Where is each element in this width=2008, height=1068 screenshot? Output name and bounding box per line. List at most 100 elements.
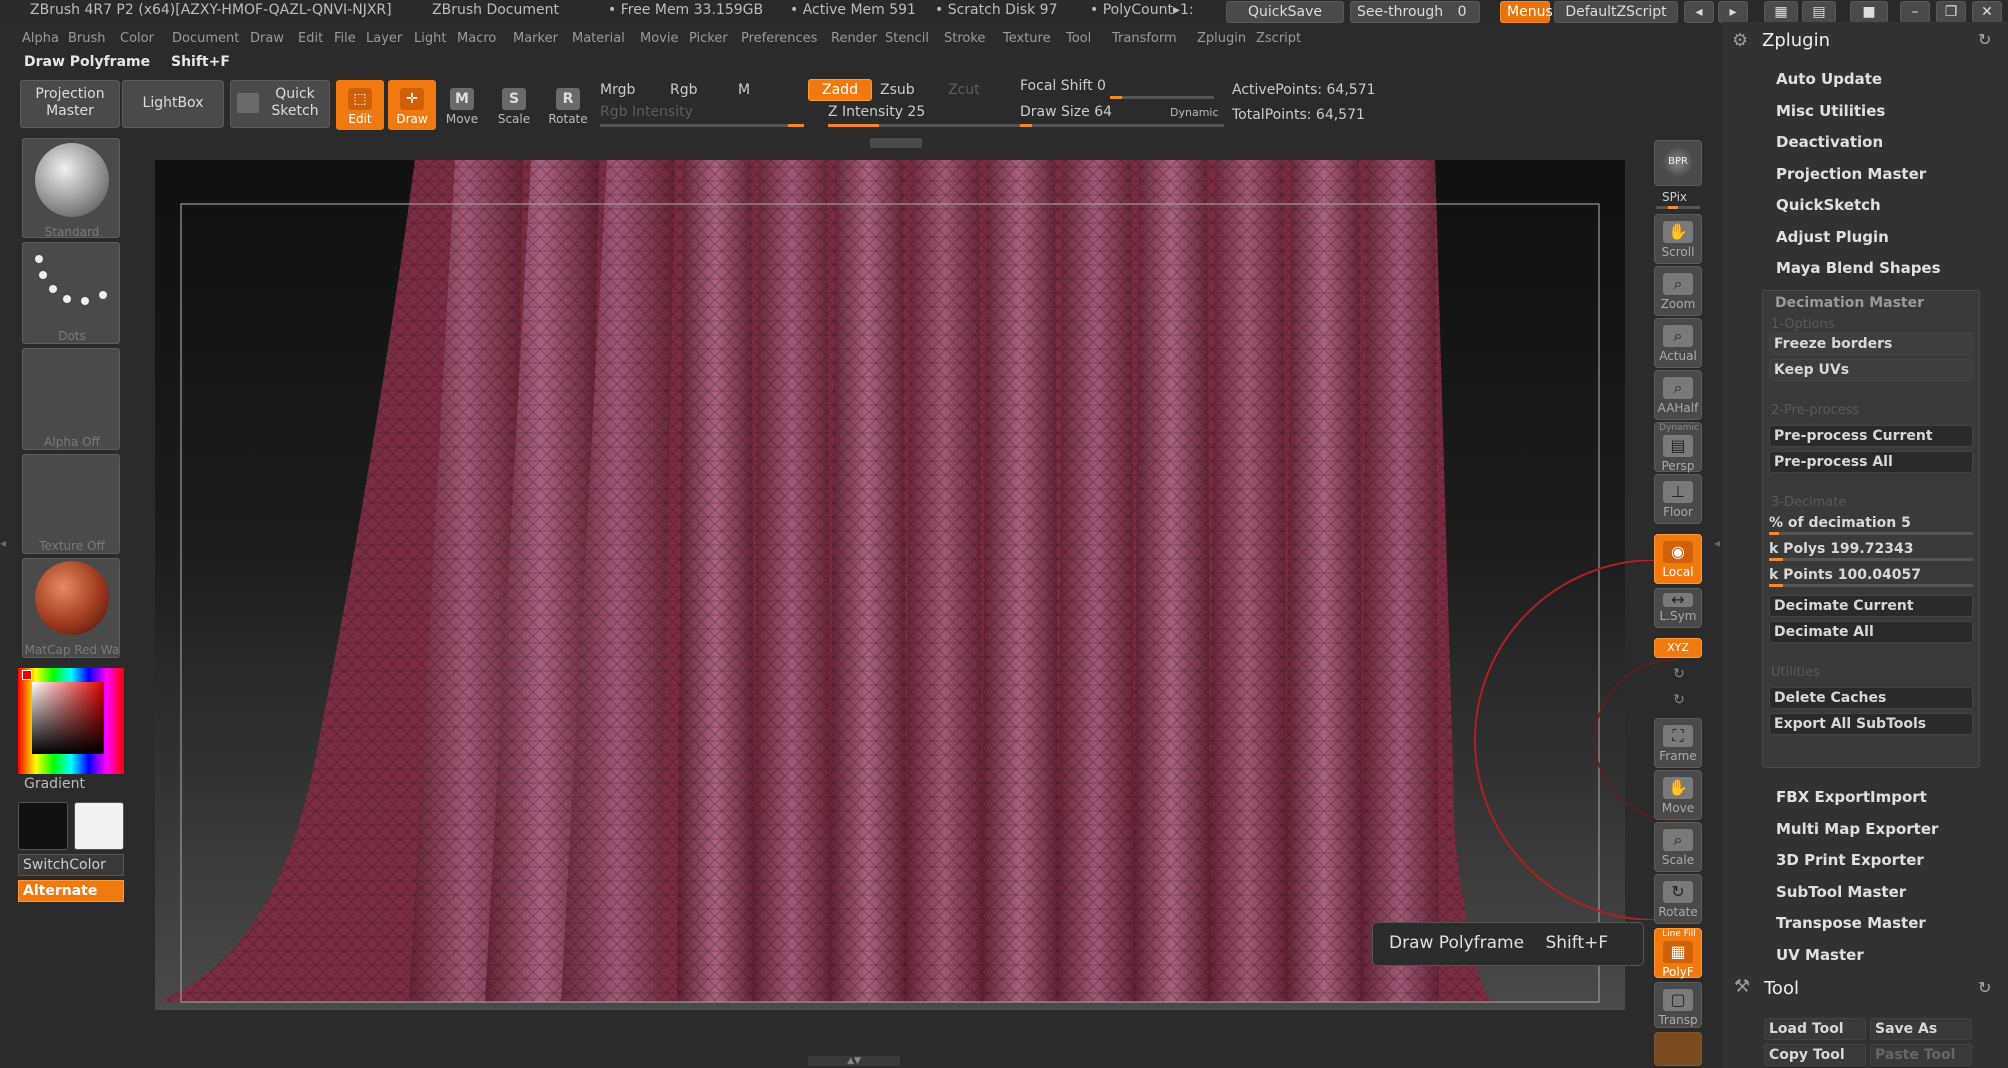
menu-document[interactable]: Document xyxy=(172,31,239,46)
persp-button[interactable]: Dynamic ▤ Persp xyxy=(1654,422,1702,473)
tool-reset-icon[interactable]: ↻ xyxy=(1978,978,1991,997)
draw-size-slider[interactable] xyxy=(1020,124,1224,127)
export-all-subtools-button[interactable]: Export All SubTools xyxy=(1769,713,1973,735)
main-color-swatch[interactable] xyxy=(18,802,68,850)
minimize-icon[interactable]: – xyxy=(1900,1,1930,23)
scroll-button[interactable]: ✋ Scroll xyxy=(1654,214,1702,264)
local-button[interactable]: ◉ Local xyxy=(1654,534,1702,584)
scroll-right-icon[interactable]: ▸ xyxy=(1718,1,1748,23)
xyz-button[interactable]: XYZ xyxy=(1654,638,1702,658)
menu-material[interactable]: Material xyxy=(572,31,625,46)
menu-picker[interactable]: Picker xyxy=(689,31,728,46)
zoom-button[interactable]: ⌕ Zoom xyxy=(1654,266,1702,316)
plugin-quicksketch[interactable]: QuickSketch xyxy=(1776,196,1881,214)
plugin-projection-master[interactable]: Projection Master xyxy=(1776,165,1926,183)
rotate-view-button[interactable]: ↻ Rotate xyxy=(1654,874,1702,924)
preprocess-all-button[interactable]: Pre-process All xyxy=(1769,451,1973,473)
zsub-button[interactable]: Zsub xyxy=(880,82,915,98)
right-collapse-handle[interactable]: ◂ xyxy=(1714,536,1722,556)
color-picker[interactable] xyxy=(18,668,124,774)
rgb-button[interactable]: Rgb xyxy=(670,82,698,98)
ghost-button[interactable] xyxy=(1654,1032,1702,1066)
dynamic-toggle[interactable]: Dynamic xyxy=(1170,106,1219,119)
see-through-slider[interactable]: See-through 0 xyxy=(1350,1,1480,23)
menu-stencil[interactable]: Stencil xyxy=(885,31,929,46)
menu-zplugin[interactable]: Zplugin xyxy=(1197,31,1246,46)
plugin-multi-map-exporter[interactable]: Multi Map Exporter xyxy=(1776,820,1938,838)
k-polys-slider[interactable]: k Polys 199.72343 xyxy=(1769,541,1973,563)
material-picker[interactable]: MatCap Red Wa xyxy=(22,558,120,658)
gradient-toggle[interactable]: Gradient xyxy=(24,776,85,792)
bpr-button[interactable]: BPR xyxy=(1654,140,1702,186)
menu-layer[interactable]: Layer xyxy=(366,31,402,46)
transp-button[interactable]: ▢ Transp xyxy=(1654,982,1702,1028)
pct-decimation-slider[interactable]: % of decimation 5 xyxy=(1769,515,1973,537)
secondary-color-swatch[interactable] xyxy=(74,802,124,850)
plugin-uv-master[interactable]: UV Master xyxy=(1776,946,1864,964)
decimate-all-button[interactable]: Decimate All xyxy=(1769,621,1973,643)
menu-brush[interactable]: Brush xyxy=(68,31,106,46)
lightbox-button[interactable]: LightBox xyxy=(122,80,224,128)
menu-stroke[interactable]: Stroke xyxy=(944,31,985,46)
plugin-maya-blend-shapes[interactable]: Maya Blend Shapes xyxy=(1776,259,1941,277)
lock-icon[interactable]: ■ xyxy=(1850,1,1888,23)
menu-edit[interactable]: Edit xyxy=(298,31,323,46)
menu-file[interactable]: File xyxy=(334,31,356,46)
menu-zscript[interactable]: Zscript xyxy=(1256,31,1301,46)
menu-preferences[interactable]: Preferences xyxy=(741,31,817,46)
tool-title[interactable]: Tool xyxy=(1764,978,1799,999)
stroke-picker[interactable]: Dots xyxy=(22,242,120,344)
rotate-button[interactable]: R Rotate xyxy=(544,80,592,130)
layout-icon[interactable]: ▦ xyxy=(1764,1,1798,23)
spix-slider[interactable] xyxy=(1656,206,1700,209)
alternate-button[interactable]: Alternate xyxy=(18,880,124,902)
plugin-misc-utilities[interactable]: Misc Utilities xyxy=(1776,102,1885,120)
rotate-y-icon[interactable]: ↻ xyxy=(1668,666,1690,686)
preprocess-current-button[interactable]: Pre-process Current xyxy=(1769,425,1973,447)
brush-picker[interactable]: Standard xyxy=(22,138,120,239)
plugin-fbx-exportimport[interactable]: FBX ExportImport xyxy=(1776,788,1927,806)
save-as-button[interactable]: Save As xyxy=(1870,1018,1972,1040)
menu-transform[interactable]: Transform xyxy=(1112,31,1177,46)
zplugin-title[interactable]: Zplugin xyxy=(1762,30,1830,51)
frame-button[interactable]: ⛶ Frame xyxy=(1654,718,1702,768)
zplugin-reset-icon[interactable]: ↻ xyxy=(1978,30,1991,49)
left-collapse-handle[interactable]: ◂ xyxy=(0,536,8,556)
zcut-button[interactable]: Zcut xyxy=(948,82,980,98)
keep-uvs-toggle[interactable]: Keep UVs xyxy=(1769,359,1973,381)
menu-tool[interactable]: Tool xyxy=(1066,31,1091,46)
decimation-master-title[interactable]: Decimation Master xyxy=(1775,295,1924,311)
aahalf-button[interactable]: ⌕ AAHalf xyxy=(1654,370,1702,420)
texture-picker[interactable]: Texture Off xyxy=(22,454,120,554)
projection-master-button[interactable]: Projection Master xyxy=(20,80,120,128)
alpha-picker[interactable]: Alpha Off xyxy=(22,348,120,450)
bottom-collapse-handle[interactable]: ▲▼ xyxy=(808,1056,900,1066)
copy-tool-button[interactable]: Copy Tool xyxy=(1764,1044,1866,1066)
plugin-subtool-master[interactable]: SubTool Master xyxy=(1776,883,1906,901)
polyf-button[interactable]: Line Fill ▦ PolyF xyxy=(1654,928,1702,979)
zadd-button[interactable]: Zadd xyxy=(808,79,872,101)
focal-shift-slider[interactable] xyxy=(1110,96,1214,99)
move-button[interactable]: M Move xyxy=(438,80,486,130)
plugin-transpose-master[interactable]: Transpose Master xyxy=(1776,914,1926,932)
load-tool-button[interactable]: Load Tool xyxy=(1764,1018,1866,1040)
default-zscript-button[interactable]: DefaultZScript xyxy=(1554,1,1678,23)
restore-icon[interactable]: ❐ xyxy=(1936,1,1966,23)
plugin-adjust-plugin[interactable]: Adjust Plugin xyxy=(1776,228,1889,246)
color-saturation-square[interactable] xyxy=(32,682,104,754)
draw-button[interactable]: ✛ Draw xyxy=(388,80,436,130)
layout-alt-icon[interactable]: ▤ xyxy=(1802,1,1836,23)
rgb-intensity-slider[interactable] xyxy=(600,124,804,127)
z-intensity-slider[interactable] xyxy=(828,124,1032,127)
menu-draw[interactable]: Draw xyxy=(250,31,284,46)
plugin-deactivation[interactable]: Deactivation xyxy=(1776,133,1883,151)
menu-marker[interactable]: Marker xyxy=(513,31,558,46)
scale-button[interactable]: S Scale xyxy=(490,80,538,130)
m-button[interactable]: M xyxy=(738,82,750,98)
move-view-button[interactable]: ✋ Move xyxy=(1654,770,1702,820)
lsym-button[interactable]: ↔ L.Sym xyxy=(1654,588,1702,628)
menu-color[interactable]: Color xyxy=(120,31,154,46)
scale-view-button[interactable]: ⌕ Scale xyxy=(1654,822,1702,872)
close-icon[interactable]: ✕ xyxy=(1972,1,2002,23)
paste-tool-button[interactable]: Paste Tool xyxy=(1870,1044,1972,1066)
